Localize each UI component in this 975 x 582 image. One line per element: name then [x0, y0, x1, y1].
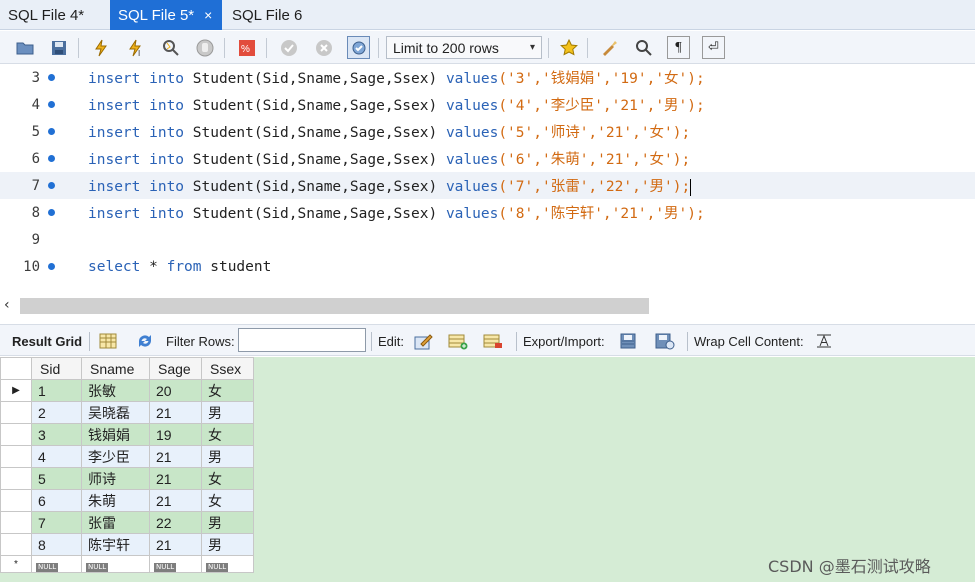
- table-row[interactable]: 7 张雷 22 男: [0, 511, 254, 534]
- table-row[interactable]: 5 师诗 21 女: [0, 467, 254, 490]
- edit-label: Edit:: [378, 334, 405, 349]
- current-row-marker-icon: ▶: [0, 379, 32, 402]
- autocommit-icon[interactable]: [347, 36, 370, 59]
- save-icon[interactable]: [47, 36, 70, 59]
- tab-sql-file-5[interactable]: SQL File 5* ×: [110, 0, 222, 30]
- scrollbar-thumb[interactable]: [20, 298, 649, 314]
- delete-row-icon[interactable]: [482, 330, 504, 352]
- column-header-sid[interactable]: Sid: [31, 357, 82, 380]
- export-icon[interactable]: [619, 330, 641, 352]
- null-badge: NULL: [206, 563, 229, 572]
- null-badge: NULL: [154, 563, 177, 572]
- table-row[interactable]: 6 朱萌 21 女: [0, 489, 254, 512]
- grid-view-icon[interactable]: [97, 330, 119, 352]
- code-line: 4 insert into Student(Sid,Sname,Sage,Sse…: [31, 96, 705, 115]
- svg-text:I: I: [138, 49, 140, 57]
- close-tab-icon[interactable]: ×: [204, 7, 212, 23]
- table-row[interactable]: 8 陈宇轩 21 男: [0, 533, 254, 556]
- horizontal-scrollbar[interactable]: ‹: [0, 296, 975, 316]
- table-row[interactable]: ▶ 1 张敏 20 女: [0, 379, 254, 402]
- statement-marker-icon: [48, 182, 55, 189]
- execute-current-icon[interactable]: I: [124, 36, 147, 59]
- statement-marker-icon: [48, 128, 55, 135]
- statement-marker-icon: [48, 209, 55, 216]
- code-line: 3 insert into Student(Sid,Sname,Sage,Sse…: [31, 69, 705, 88]
- column-header-sname[interactable]: Sname: [81, 357, 150, 380]
- insert-row-icon[interactable]: [447, 330, 469, 352]
- table-row[interactable]: 3 钱娟娟 19 女: [0, 423, 254, 446]
- text-cursor: [690, 178, 692, 196]
- new-row-marker-icon: *: [0, 555, 32, 573]
- filter-rows-label: Filter Rows:: [166, 334, 235, 349]
- bookmark-star-icon[interactable]: [557, 36, 580, 59]
- statement-marker-icon: [48, 155, 55, 162]
- refresh-icon[interactable]: [134, 330, 156, 352]
- result-toolbar: Result Grid Filter Rows: Edit: Export/Im…: [0, 324, 975, 356]
- commit-icon[interactable]: [277, 36, 300, 59]
- code-line: 9: [31, 231, 40, 248]
- import-icon[interactable]: [654, 330, 676, 352]
- column-header-ssex[interactable]: Ssex: [201, 357, 254, 380]
- open-folder-icon[interactable]: [13, 36, 36, 59]
- execute-icon[interactable]: [89, 36, 112, 59]
- null-badge: NULL: [36, 563, 59, 572]
- explain-icon[interactable]: [159, 36, 182, 59]
- beautify-icon[interactable]: [597, 36, 620, 59]
- statement-marker-icon: [48, 74, 55, 81]
- scroll-left-icon[interactable]: ‹: [4, 297, 10, 313]
- tab-sql-file-6[interactable]: SQL File 6: [224, 0, 310, 30]
- column-header-sage[interactable]: Sage: [149, 357, 202, 380]
- code-line-current: 7 insert into Student(Sid,Sname,Sage,Sse…: [0, 172, 975, 199]
- result-grid-label[interactable]: Result Grid: [12, 334, 82, 349]
- find-icon[interactable]: [632, 36, 655, 59]
- sql-editor[interactable]: 3 insert into Student(Sid,Sname,Sage,Sse…: [0, 64, 975, 296]
- invisible-chars-icon[interactable]: ¶: [667, 36, 690, 59]
- export-import-label: Export/Import:: [523, 334, 605, 349]
- table-row[interactable]: 2 吴晓磊 21 男: [0, 401, 254, 424]
- wrap-cell-label: Wrap Cell Content:: [694, 334, 804, 349]
- toggle-error-icon[interactable]: %: [235, 36, 258, 59]
- rollback-icon[interactable]: [312, 36, 335, 59]
- table-header-row: Sid Sname Sage Ssex: [0, 357, 254, 380]
- statement-marker-icon: [48, 101, 55, 108]
- wrap-cell-icon[interactable]: [813, 330, 835, 352]
- tab-bar: SQL File 4* SQL File 5* × SQL File 6: [0, 0, 975, 30]
- filter-rows-input[interactable]: [238, 328, 366, 352]
- statement-marker-icon: [48, 263, 55, 270]
- code-line: 6 insert into Student(Sid,Sname,Sage,Sse…: [31, 150, 691, 169]
- chevron-down-icon: ▾: [529, 42, 535, 53]
- tab-sql-file-4[interactable]: SQL File 4*: [0, 0, 92, 30]
- limit-rows-select[interactable]: Limit to 200 rows ▾: [386, 36, 542, 59]
- wrap-icon[interactable]: ⏎: [702, 36, 725, 59]
- svg-text:%: %: [241, 44, 250, 55]
- code-line: 5 insert into Student(Sid,Sname,Sage,Sse…: [31, 123, 691, 142]
- result-table: Sid Sname Sage Ssex ▶ 1 张敏 20 女 2 吴晓磊 21 男 3 钱娟…: [0, 357, 254, 573]
- watermark: CSDN @墨石测试攻略: [768, 557, 931, 576]
- code-line: 10 select * from student: [23, 258, 272, 275]
- edit-row-icon[interactable]: [413, 330, 435, 352]
- stop-icon[interactable]: [193, 36, 216, 59]
- null-badge: NULL: [86, 563, 109, 572]
- new-row[interactable]: * NULL NULL NULL NULL: [0, 555, 254, 573]
- table-row[interactable]: 4 李少臣 21 男: [0, 445, 254, 468]
- code-line: 8 insert into Student(Sid,Sname,Sage,Sse…: [31, 204, 705, 223]
